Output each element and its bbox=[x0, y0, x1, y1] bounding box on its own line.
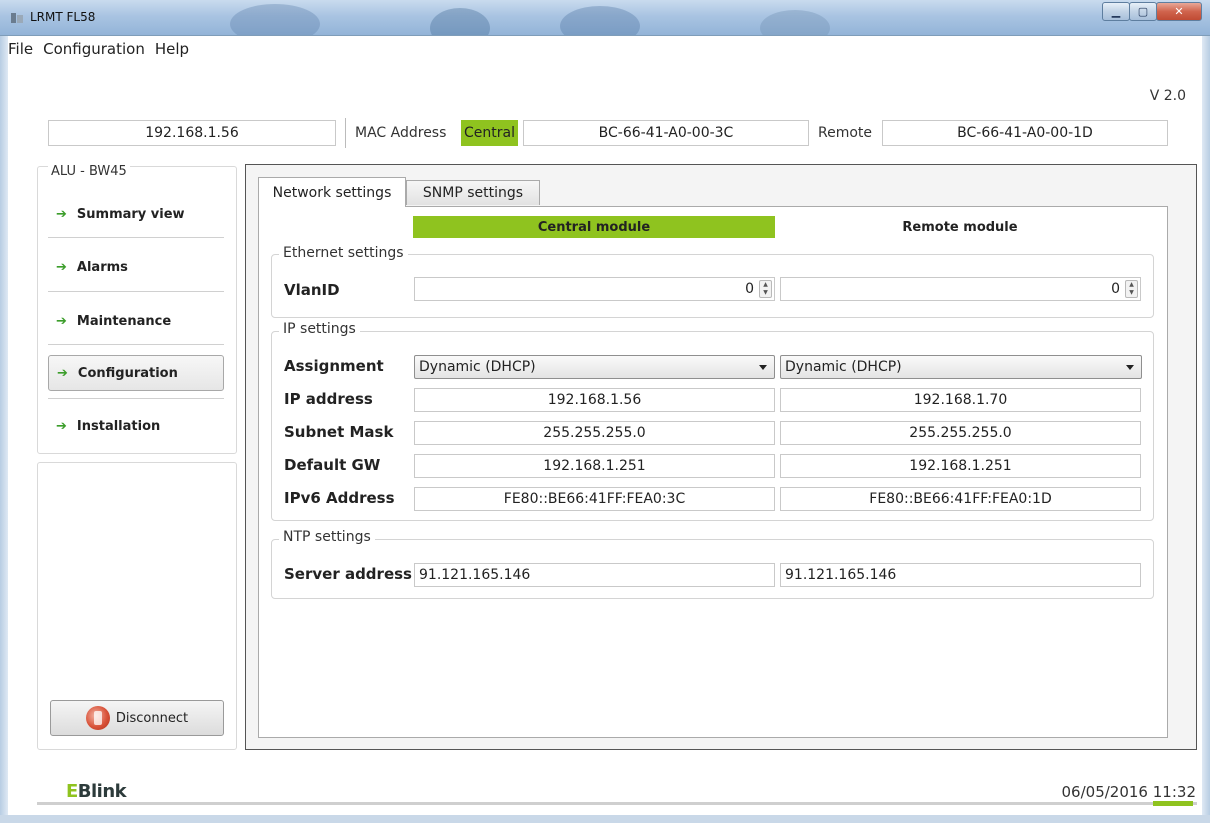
assignment-central-value: Dynamic (DHCP) bbox=[419, 359, 536, 375]
window-left-border bbox=[0, 36, 8, 823]
server-address-remote-field[interactable]: 91.121.165.146 bbox=[780, 563, 1141, 587]
arrow-right-icon: ➔ bbox=[56, 313, 67, 329]
central-badge: Central bbox=[461, 120, 518, 146]
window-title: LRMT FL58 bbox=[30, 10, 96, 24]
disconnect-icon bbox=[85, 706, 110, 730]
vlanid-remote-value: 0 bbox=[1111, 281, 1120, 297]
ip-settings-legend: IP settings bbox=[279, 321, 360, 337]
sidebar-item-label: Installation bbox=[76, 418, 161, 434]
arrow-right-icon: ➔ bbox=[57, 365, 68, 381]
arrow-right-icon: ➔ bbox=[56, 206, 67, 222]
device-ip-display: 192.168.1.56 bbox=[48, 120, 336, 146]
sidebar-divider bbox=[48, 398, 224, 399]
sidebar-item-label: Configuration bbox=[77, 365, 178, 381]
disconnect-button[interactable]: Disconnect bbox=[50, 700, 224, 736]
subnet-mask-central-field[interactable]: 255.255.255.0 bbox=[414, 421, 775, 445]
close-button[interactable]: ✕ bbox=[1156, 2, 1202, 21]
ip-address-remote-field[interactable]: 192.168.1.70 bbox=[780, 388, 1141, 412]
default-gw-central-field[interactable]: 192.168.1.251 bbox=[414, 454, 775, 478]
assignment-central-select[interactable]: Dynamic (DHCP) bbox=[414, 355, 775, 379]
header-divider bbox=[345, 118, 346, 148]
sidebar-divider bbox=[48, 237, 224, 238]
assignment-remote-value: Dynamic (DHCP) bbox=[785, 359, 902, 375]
sidebar-divider bbox=[48, 344, 224, 345]
footer-divider bbox=[37, 802, 1197, 805]
central-mac-display: BC-66-41-A0-00-3C bbox=[523, 120, 809, 146]
spinner-arrows-icon[interactable]: ▲ ▼ bbox=[1125, 280, 1138, 298]
minimize-button[interactable]: ▁ bbox=[1102, 2, 1130, 21]
ipv6-address-label: IPv6 Address bbox=[284, 489, 395, 507]
sidebar-item-label: Alarms bbox=[76, 259, 128, 275]
mac-address-label: MAC Address bbox=[355, 125, 447, 141]
status-date: 06/05/2016 bbox=[1061, 783, 1148, 801]
ipv6-address-central-field[interactable]: FE80::BE66:41FF:FEA0:3C bbox=[414, 487, 775, 511]
footer-accent-bar bbox=[1153, 801, 1193, 806]
remote-label: Remote bbox=[818, 125, 873, 141]
window-bottom-border bbox=[0, 815, 1210, 823]
ip-address-central-field[interactable]: 192.168.1.56 bbox=[414, 388, 775, 412]
sidebar-item-label: Maintenance bbox=[76, 313, 172, 329]
server-address-central-field[interactable]: 91.121.165.146 bbox=[414, 563, 775, 587]
default-gw-label: Default GW bbox=[284, 456, 381, 474]
vlanid-central-value: 0 bbox=[745, 281, 754, 297]
ethernet-settings-legend: Ethernet settings bbox=[279, 245, 408, 261]
menu-file[interactable]: File bbox=[8, 40, 33, 58]
minimize-icon: ▁ bbox=[1111, 5, 1121, 18]
vlanid-label: VlanID bbox=[284, 281, 340, 299]
tab-network-settings[interactable]: Network settings bbox=[258, 177, 406, 207]
subnet-mask-remote-field[interactable]: 255.255.255.0 bbox=[780, 421, 1141, 445]
remote-mac-display: BC-66-41-A0-00-1D bbox=[882, 120, 1168, 146]
sidebar-item-alarms[interactable]: ➔ Alarms bbox=[48, 250, 224, 284]
sidebar-item-maintenance[interactable]: ➔ Maintenance bbox=[48, 304, 224, 338]
assignment-label: Assignment bbox=[284, 357, 384, 375]
ntp-settings-legend: NTP settings bbox=[279, 529, 375, 545]
ip-address-label: IP address bbox=[284, 390, 373, 408]
version-label: V 2.0 bbox=[1149, 88, 1186, 104]
disconnect-label: Disconnect bbox=[115, 710, 189, 726]
remote-module-header: Remote module bbox=[902, 219, 1018, 235]
menu-bar: File Configuration Help bbox=[0, 36, 1210, 62]
sidebar-item-configuration[interactable]: ➔ Configuration bbox=[48, 355, 224, 391]
ipv6-address-remote-field[interactable]: FE80::BE66:41FF:FEA0:1D bbox=[780, 487, 1141, 511]
default-gw-remote-field[interactable]: 192.168.1.251 bbox=[780, 454, 1141, 478]
chevron-down-icon bbox=[759, 365, 767, 370]
window-right-border bbox=[1202, 36, 1210, 823]
eblink-logo: EBlink bbox=[66, 781, 127, 802]
app-icon bbox=[11, 13, 23, 23]
menu-help[interactable]: Help bbox=[155, 40, 189, 58]
chevron-down-icon bbox=[1126, 365, 1134, 370]
sidebar-item-label: Summary view bbox=[76, 206, 185, 222]
maximize-button[interactable]: ▢ bbox=[1129, 2, 1157, 21]
central-module-header: Central module bbox=[413, 216, 775, 238]
arrow-right-icon: ➔ bbox=[56, 418, 67, 434]
server-address-label: Server address bbox=[284, 565, 412, 583]
sidebar-title: ALU - BW45 bbox=[48, 164, 130, 179]
vlanid-remote-spinner[interactable]: 0 ▲ ▼ bbox=[780, 277, 1141, 301]
tab-snmp-settings[interactable]: SNMP settings bbox=[406, 180, 540, 205]
menu-configuration[interactable]: Configuration bbox=[43, 40, 145, 58]
spinner-arrows-icon[interactable]: ▲ ▼ bbox=[759, 280, 772, 298]
arrow-right-icon: ➔ bbox=[56, 259, 67, 275]
subnet-mask-label: Subnet Mask bbox=[284, 423, 394, 441]
close-icon: ✕ bbox=[1174, 5, 1184, 18]
sidebar-item-summary-view[interactable]: ➔ Summary view bbox=[48, 197, 224, 231]
status-datetime: 06/05/2016 11:32 bbox=[1062, 783, 1196, 801]
title-bar[interactable]: LRMT FL58 ▁ ▢ ✕ bbox=[0, 0, 1210, 36]
sidebar-item-installation[interactable]: ➔ Installation bbox=[48, 409, 224, 443]
status-time: 11:32 bbox=[1152, 783, 1196, 801]
sidebar-divider bbox=[48, 291, 224, 292]
vlanid-central-spinner[interactable]: 0 ▲ ▼ bbox=[414, 277, 775, 301]
assignment-remote-select[interactable]: Dynamic (DHCP) bbox=[780, 355, 1142, 379]
maximize-icon: ▢ bbox=[1137, 5, 1149, 18]
